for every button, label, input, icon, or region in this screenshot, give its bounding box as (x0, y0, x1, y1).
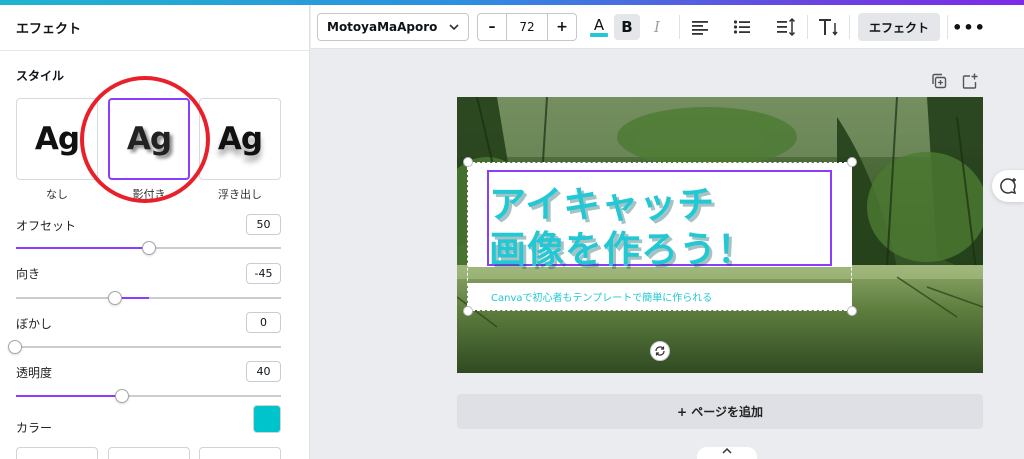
slider-fill (16, 395, 122, 397)
align-left-icon (692, 21, 708, 35)
font-size-input[interactable]: 72 (506, 14, 548, 40)
comment-add-icon (1000, 178, 1017, 195)
slider-fill (16, 247, 149, 249)
offset-slider[interactable] (16, 241, 281, 255)
chevron-down-icon (449, 24, 459, 31)
toolbar-divider (807, 15, 808, 39)
decrease-size-button[interactable]: – (478, 14, 506, 40)
resize-handle-bottom-right[interactable] (847, 306, 857, 316)
spacing-button[interactable] (773, 14, 799, 40)
style-shadow-option[interactable]: Ag (108, 98, 190, 180)
style-label-none: なし (46, 188, 68, 201)
add-page-button[interactable]: + ページを追加 (457, 394, 983, 429)
blur-slider-handle[interactable] (8, 340, 22, 354)
style-sample: Ag (217, 121, 263, 157)
add-page-icon[interactable] (962, 73, 978, 89)
text-size-button[interactable] (816, 14, 842, 40)
direction-slider[interactable] (16, 291, 281, 305)
blur-value-input[interactable]: 0 (246, 312, 281, 333)
resize-handle-top-right[interactable] (847, 157, 857, 167)
effects-button[interactable]: エフェクト (858, 13, 940, 41)
increase-size-button[interactable]: + (548, 14, 576, 40)
style-label-lift: 浮き出し (218, 188, 262, 201)
text-toolbar: MotoyaMaAporo – 72 + A B I エフェクト ••• (311, 5, 1024, 49)
transparency-slider-handle[interactable] (115, 389, 129, 403)
offset-label: オフセット (16, 219, 77, 233)
list-button[interactable] (729, 14, 755, 40)
selection-frame (467, 162, 852, 311)
transparency-slider[interactable] (16, 389, 281, 403)
font-name: MotoyaMaAporo (327, 20, 438, 34)
blur-label: ぼかし (16, 317, 53, 331)
font-family-dropdown[interactable]: MotoyaMaAporo (317, 13, 469, 41)
preset-button[interactable] (199, 447, 281, 459)
copy-page-icon[interactable] (931, 73, 947, 89)
rotate-icon (655, 346, 665, 356)
bold-icon: B (621, 18, 633, 36)
transparency-value-input[interactable]: 40 (246, 361, 281, 382)
show-pages-button[interactable] (697, 447, 757, 459)
direction-label: 向き (16, 267, 41, 281)
list-icon (733, 20, 750, 34)
toolbar-divider (679, 15, 680, 39)
blur-slider[interactable] (8, 340, 281, 354)
align-button[interactable] (687, 14, 713, 40)
transparency-label: 透明度 (16, 366, 53, 380)
style-lift-option[interactable]: Ag (199, 98, 281, 180)
rotate-handle[interactable] (650, 341, 670, 361)
resize-handle-bottom-left[interactable] (463, 306, 473, 316)
line-spacing-icon (777, 18, 796, 36)
direction-value-input[interactable]: -45 (246, 263, 281, 284)
toolbar-divider (849, 15, 850, 39)
resize-handle-top-left[interactable] (463, 157, 473, 167)
style-sample: Ag (126, 121, 172, 157)
text-color-bar (590, 33, 608, 37)
text-color-button[interactable]: A (586, 14, 612, 40)
comment-button[interactable] (992, 170, 1024, 202)
chevron-up-icon (722, 447, 732, 454)
style-label-shadow: 影付き (132, 188, 166, 201)
italic-button[interactable]: I (644, 14, 670, 40)
shadow-color-swatch[interactable] (253, 405, 281, 433)
italic-icon: I (654, 18, 660, 36)
panel-title: エフェクト (0, 5, 309, 51)
text-size-icon (819, 19, 838, 36)
style-sample: Ag (34, 121, 80, 157)
preset-button[interactable] (108, 447, 190, 459)
direction-slider-handle[interactable] (108, 291, 122, 305)
more-options-button[interactable]: ••• (952, 14, 985, 40)
toolbar-divider (947, 15, 948, 39)
offset-slider-handle[interactable] (142, 241, 156, 255)
bold-button[interactable]: B (614, 14, 640, 40)
font-size-stepper[interactable]: – 72 + (477, 13, 577, 41)
text-color-icon: A (593, 16, 605, 34)
offset-value-input[interactable]: 50 (246, 214, 281, 235)
color-label: カラー (16, 421, 53, 435)
preset-button[interactable] (16, 447, 98, 459)
style-none-option[interactable]: Ag (16, 98, 98, 180)
style-section-title: スタイル (16, 69, 65, 83)
